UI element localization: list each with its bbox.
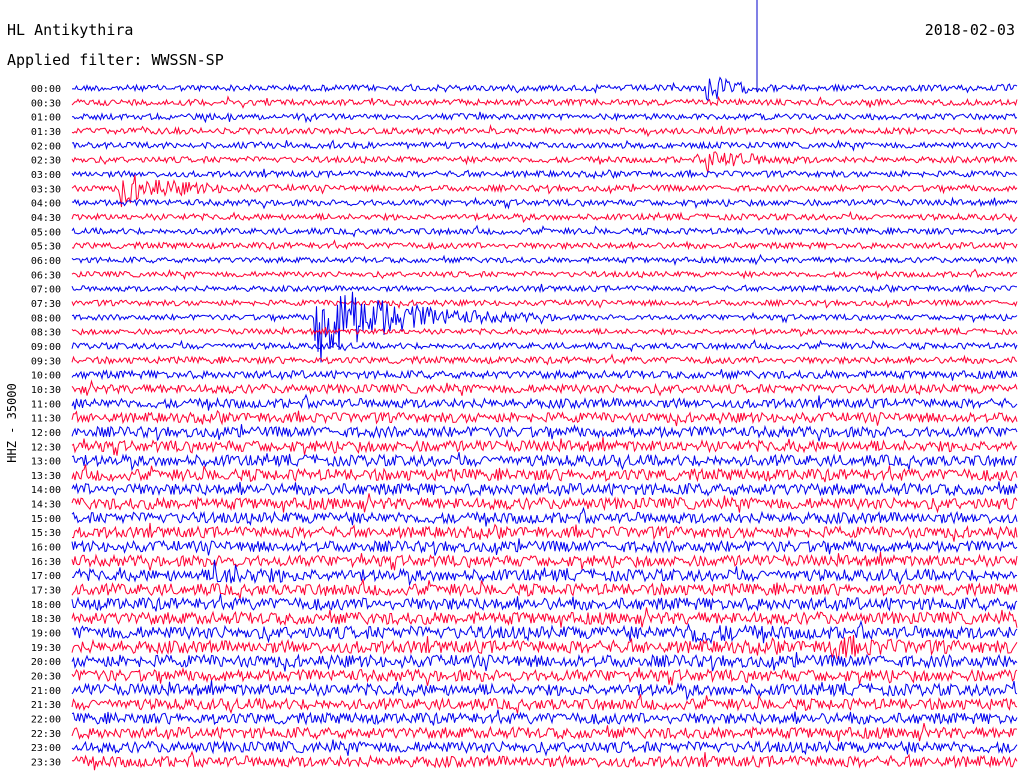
- time-label: 03:30: [31, 184, 61, 195]
- trace-row: [71, 619, 1018, 645]
- time-label: 09:00: [31, 342, 61, 353]
- time-label: 02:00: [31, 141, 61, 152]
- trace-row: [71, 452, 1018, 472]
- trace-row: [71, 139, 1018, 152]
- trace-row: [71, 325, 1018, 338]
- trace-row: [71, 379, 1018, 397]
- time-label: 05:00: [31, 227, 61, 238]
- time-label: 21:30: [31, 700, 61, 711]
- trace-row: [71, 579, 1018, 600]
- time-label: 16:00: [31, 543, 61, 554]
- time-label: 12:00: [31, 428, 61, 439]
- trace-row: [71, 224, 1018, 238]
- trace-row: [71, 666, 1018, 686]
- trace-row: [71, 268, 1018, 281]
- time-label: 06:00: [31, 256, 61, 267]
- trace-row: [71, 353, 1018, 366]
- trace-row: [71, 95, 1018, 109]
- time-label: 17:00: [31, 571, 61, 582]
- trace-group: [71, 76, 1018, 771]
- time-label: 11:30: [31, 414, 61, 425]
- trace-row: [71, 607, 1018, 628]
- time-label: 23:00: [31, 743, 61, 754]
- time-label: 14:00: [31, 485, 61, 496]
- time-label: 05:30: [31, 242, 61, 253]
- trace-row: [71, 168, 1018, 180]
- time-label: 00:00: [31, 84, 61, 95]
- trace-row: [71, 750, 1018, 771]
- helicorder-plot: 00:00 00:30 01:00 01:30 02:00 02:30 03:00 03:30…: [31, 0, 1018, 771]
- trace-row: [71, 239, 1018, 251]
- trace-row: [71, 151, 1018, 174]
- time-label: 09:30: [31, 356, 61, 367]
- trace-row: [71, 538, 1018, 556]
- time-label: 04:30: [31, 213, 61, 224]
- time-label: 08:00: [31, 313, 61, 324]
- trace-row: [71, 409, 1018, 427]
- time-label-group: 00:00 00:30 01:00 01:30 02:00 02:30 03:00 03:30…: [31, 84, 61, 769]
- time-label: 13:30: [31, 471, 61, 482]
- trace-row: [71, 634, 1018, 660]
- trace-row: [71, 76, 1018, 102]
- time-label: 01:30: [31, 127, 61, 138]
- time-label: 00:30: [31, 98, 61, 109]
- time-label: 22:00: [31, 715, 61, 726]
- trace-row: [71, 709, 1018, 726]
- time-label: 21:00: [31, 686, 61, 697]
- time-label: 11:00: [31, 399, 61, 410]
- trace-row: [71, 593, 1018, 612]
- time-label: 02:30: [31, 156, 61, 167]
- time-label: 18:00: [31, 600, 61, 611]
- time-label: 13:00: [31, 457, 61, 468]
- time-label: 04:00: [31, 199, 61, 210]
- time-label: 19:00: [31, 629, 61, 640]
- trace-row: [71, 210, 1018, 224]
- time-label: 15:30: [31, 528, 61, 539]
- time-label: 20:00: [31, 657, 61, 668]
- trace-row: [71, 283, 1018, 294]
- trace-row: [71, 339, 1018, 353]
- time-label: 12:30: [31, 442, 61, 453]
- time-label: 22:30: [31, 729, 61, 740]
- time-label: 03:00: [31, 170, 61, 181]
- trace-row: [71, 253, 1018, 266]
- trace-row: [71, 123, 1018, 138]
- time-label: 10:00: [31, 371, 61, 382]
- trace-row: [71, 481, 1018, 497]
- time-label: 08:30: [31, 328, 61, 339]
- time-label: 15:00: [31, 514, 61, 525]
- trace-row: [71, 464, 1018, 483]
- trace-row: [71, 298, 1018, 310]
- trace-row: [71, 693, 1018, 714]
- trace-row: [71, 196, 1018, 210]
- time-label: 07:30: [31, 299, 61, 310]
- time-label: 19:30: [31, 643, 61, 654]
- trace-row: [71, 437, 1018, 456]
- trace-row: [71, 424, 1018, 442]
- time-label: 07:00: [31, 285, 61, 296]
- time-label: 06:30: [31, 270, 61, 281]
- time-label: 17:30: [31, 586, 61, 597]
- trace-row: [71, 368, 1018, 381]
- trace-row: [71, 522, 1018, 542]
- trace-row: [71, 722, 1018, 742]
- trace-row: [71, 111, 1018, 124]
- time-label: 10:30: [31, 385, 61, 396]
- trace-row: [71, 393, 1018, 411]
- trace-row: [71, 680, 1018, 702]
- trace-row: [71, 652, 1018, 672]
- time-label: 01:00: [31, 113, 61, 124]
- trace-row: [71, 506, 1018, 527]
- time-label: 18:30: [31, 614, 61, 625]
- time-label: 14:30: [31, 500, 61, 511]
- trace-row: [71, 493, 1018, 514]
- time-label: 16:30: [31, 557, 61, 568]
- time-label: 20:30: [31, 672, 61, 683]
- time-label: 23:30: [31, 758, 61, 769]
- trace-row: [71, 739, 1018, 757]
